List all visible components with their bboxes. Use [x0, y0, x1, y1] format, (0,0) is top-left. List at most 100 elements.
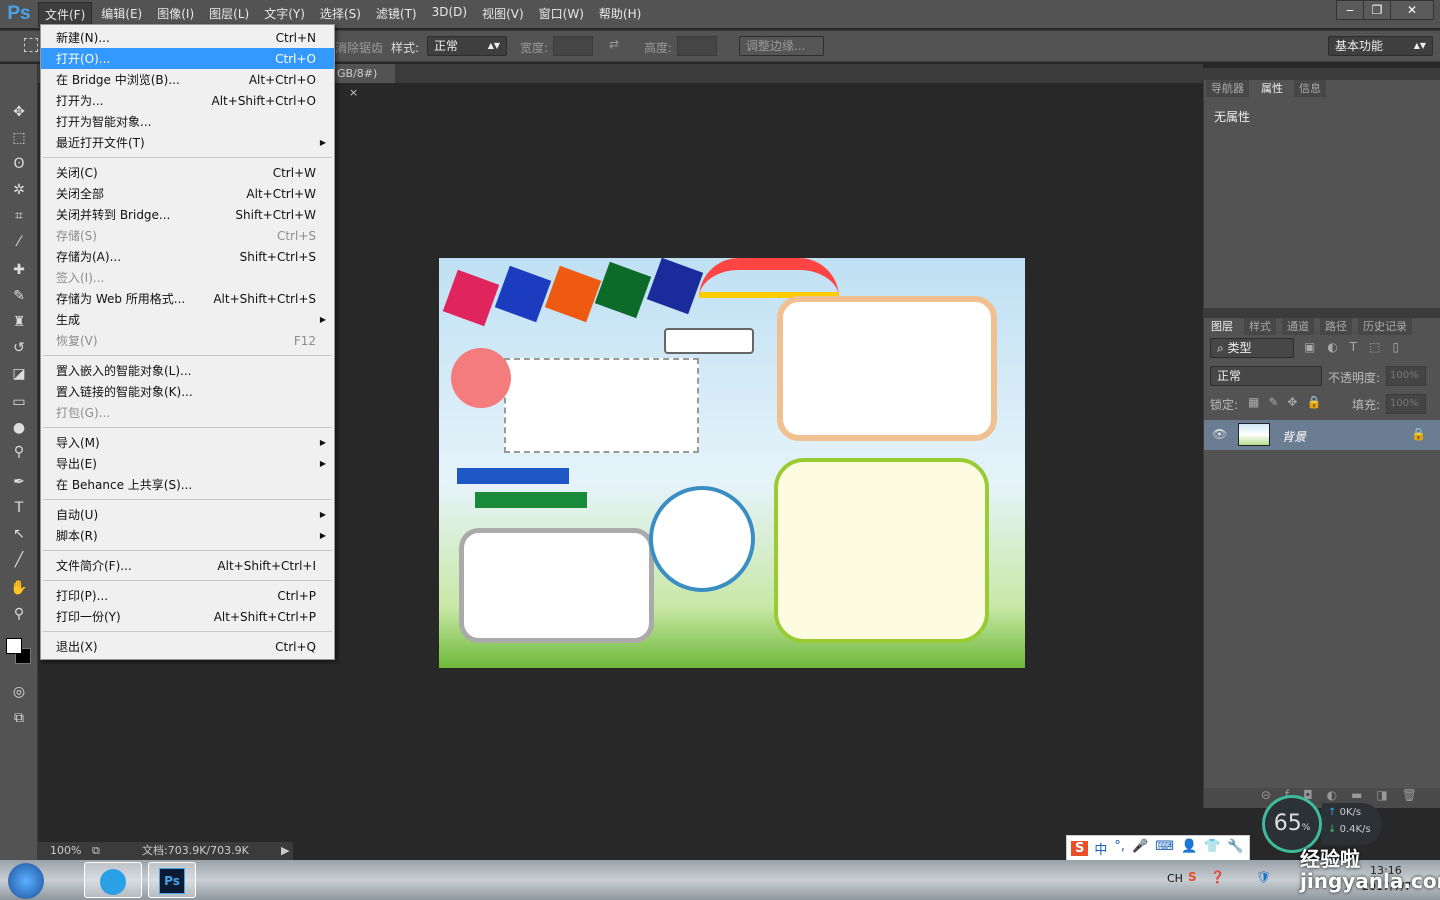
layers-tab[interactable]: 样式: [1244, 318, 1276, 335]
rect-marquee-tool-icon[interactable]: ⬚: [9, 128, 29, 148]
file-menu-item[interactable]: 打开为... Alt+Shift+Ctrl+O: [41, 90, 334, 111]
menu-4[interactable]: 文字(Y): [258, 2, 311, 27]
blur-tool-icon[interactable]: ●: [9, 418, 29, 438]
dodge-tool-icon[interactable]: ⚲: [9, 442, 29, 462]
eyedropper-tool-icon[interactable]: ⁄: [9, 232, 29, 252]
height-input[interactable]: [677, 36, 717, 56]
lock-icons[interactable]: ▦✎✥🔒: [1248, 395, 1330, 409]
layer-row[interactable]: 👁 背景 🔒: [1204, 420, 1440, 450]
file-menu-item[interactable]: 退出(X) Ctrl+Q: [41, 636, 334, 657]
layers-tab[interactable]: 图层: [1206, 318, 1238, 335]
file-menu-item[interactable]: 最近打开文件(T) ▶: [41, 132, 334, 153]
lasso-tool-icon[interactable]: ʘ: [9, 154, 29, 174]
blend-mode-select[interactable]: 正常: [1210, 366, 1322, 386]
crop-tool-icon[interactable]: ⌗: [9, 206, 29, 226]
restore-button[interactable]: ❐: [1363, 0, 1391, 20]
ime-button[interactable]: 🎤: [1132, 839, 1148, 858]
minimize-button[interactable]: ‒: [1336, 0, 1364, 20]
file-menu-item[interactable]: 在 Bridge 中浏览(B)... Alt+Ctrl+O: [41, 69, 334, 90]
taskbar-app-browser[interactable]: [84, 862, 142, 898]
opacity-input[interactable]: 100%: [1386, 366, 1426, 386]
network-speed-gauge[interactable]: 65%: [1262, 795, 1322, 853]
language-indicator[interactable]: CH: [1167, 872, 1183, 885]
menu-10[interactable]: 帮助(H): [593, 2, 647, 27]
line-tool-icon[interactable]: ╱: [9, 550, 29, 570]
foreground-color-swatch[interactable]: [6, 638, 22, 654]
properties-tab[interactable]: 导航器: [1206, 80, 1249, 97]
close-tab-icon[interactable]: ×: [349, 86, 358, 99]
marquee-icon[interactable]: [24, 38, 38, 52]
antialias-label[interactable]: 消除锯齿: [335, 39, 383, 56]
gradient-tool-icon[interactable]: ▭: [9, 392, 29, 412]
properties-tab[interactable]: 属性: [1256, 80, 1288, 97]
file-menu-item[interactable]: 打包(G)...: [41, 402, 334, 423]
properties-tab[interactable]: 信息: [1294, 80, 1326, 97]
eraser-tool-icon[interactable]: ◪: [9, 364, 29, 384]
file-menu-item[interactable]: 打开(O)... Ctrl+O: [41, 48, 334, 69]
ime-button[interactable]: 👕: [1204, 839, 1220, 858]
layers-tab[interactable]: 路径: [1320, 318, 1352, 335]
hand-tool-icon[interactable]: ✋: [9, 578, 29, 598]
security-tray-icon[interactable]: 🛡: [1256, 870, 1271, 884]
swap-icon[interactable]: ⇄: [609, 37, 619, 51]
menu-2[interactable]: 图像(I): [151, 2, 200, 27]
menu-8[interactable]: 视图(V): [476, 2, 530, 27]
file-menu-item[interactable]: 存储为 Web 所用格式... Alt+Shift+Ctrl+S: [41, 288, 334, 309]
menu-9[interactable]: 窗口(W): [533, 2, 590, 27]
layers-tab[interactable]: 历史记录: [1358, 318, 1412, 335]
move-tool-icon[interactable]: ✥: [9, 102, 29, 122]
refine-edge-button[interactable]: 调整边缘...: [739, 36, 824, 56]
sogou-tray-icon[interactable]: S: [1188, 870, 1197, 884]
style-select[interactable]: 正常 ▲▼: [427, 36, 507, 56]
file-menu-item[interactable]: 存储(S) Ctrl+S: [41, 225, 334, 246]
file-menu-item[interactable]: 置入链接的智能对象(K)...: [41, 381, 334, 402]
status-menu-arrow[interactable]: ▶: [281, 842, 289, 860]
menu-6[interactable]: 滤镜(T): [370, 2, 423, 27]
document-canvas-image[interactable]: [439, 258, 1025, 668]
taskbar-app-photoshop[interactable]: Ps: [148, 862, 196, 898]
zoom-level[interactable]: 100%: [50, 842, 81, 860]
menu-7[interactable]: 3D(D): [426, 2, 473, 27]
file-menu-item[interactable]: 关闭并转到 Bridge... Shift+Ctrl+W: [41, 204, 334, 225]
menu-1[interactable]: 编辑(E): [95, 2, 148, 27]
layer-filter-icons[interactable]: ▣◐T⬚▯: [1304, 340, 1411, 354]
ime-button[interactable]: ⌨: [1155, 839, 1174, 858]
help-tray-icon[interactable]: ❓: [1210, 870, 1225, 884]
pen-tool-icon[interactable]: ✒: [9, 472, 29, 492]
file-menu-item[interactable]: 脚本(R) ▶: [41, 525, 334, 546]
document-tab[interactable]: GB/8#) ×: [335, 64, 395, 99]
file-menu-item[interactable]: 文件简介(F)... Alt+Shift+Ctrl+I: [41, 555, 334, 576]
file-menu-item[interactable]: 生成 ▶: [41, 309, 334, 330]
menu-0[interactable]: 文件(F): [38, 1, 93, 27]
file-menu-item[interactable]: 在 Behance 上共享(S)...: [41, 474, 334, 495]
path-select-tool-icon[interactable]: ↖: [9, 524, 29, 544]
layers-tab[interactable]: 通道: [1282, 318, 1314, 335]
start-button[interactable]: [8, 863, 44, 899]
menu-5[interactable]: 选择(S): [314, 2, 367, 27]
file-menu-item[interactable]: 打印(P)... Ctrl+P: [41, 585, 334, 606]
file-menu-item[interactable]: 导出(E) ▶: [41, 453, 334, 474]
type-tool-icon[interactable]: T: [9, 498, 29, 518]
screen-mode-tool-icon[interactable]: ⧉: [9, 708, 29, 728]
ime-button[interactable]: 🔧: [1227, 839, 1243, 858]
layer-filter-select[interactable]: ⌕ 类型: [1210, 338, 1294, 358]
ime-button[interactable]: 👤: [1181, 839, 1197, 858]
visibility-eye-icon[interactable]: 👁: [1212, 427, 1227, 441]
export-icon[interactable]: ⧉: [92, 842, 100, 860]
brush-tool-icon[interactable]: ✎: [9, 286, 29, 306]
file-menu-item[interactable]: 置入嵌入的智能对象(L)...: [41, 360, 334, 381]
file-menu-item[interactable]: 存储为(A)... Shift+Ctrl+S: [41, 246, 334, 267]
healing-tool-icon[interactable]: ✚: [9, 260, 29, 280]
ime-button[interactable]: °,: [1114, 839, 1125, 858]
file-menu-item[interactable]: 关闭(C) Ctrl+W: [41, 162, 334, 183]
stamp-tool-icon[interactable]: ♜: [9, 312, 29, 332]
file-menu-item[interactable]: 打开为智能对象...: [41, 111, 334, 132]
history-brush-tool-icon[interactable]: ↺: [9, 338, 29, 358]
ime-button[interactable]: 中: [1094, 839, 1107, 858]
file-menu-item[interactable]: 打印一份(Y) Alt+Shift+Ctrl+P: [41, 606, 334, 627]
quick-mask-tool-icon[interactable]: ◎: [9, 682, 29, 702]
width-input[interactable]: [553, 36, 593, 56]
file-menu-item[interactable]: 自动(U) ▶: [41, 504, 334, 525]
magic-wand-tool-icon[interactable]: ✲: [9, 180, 29, 200]
file-menu-item[interactable]: 关闭全部 Alt+Ctrl+W: [41, 183, 334, 204]
